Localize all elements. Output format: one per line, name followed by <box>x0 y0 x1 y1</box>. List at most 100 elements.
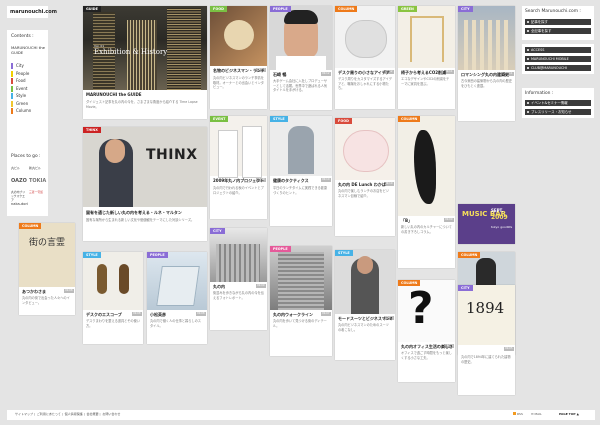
access-button[interactable]: ACCESS <box>525 47 591 53</box>
food-lunch-text: 丸の内ビジネスマンのランチ事情を取材。オーナーとの出会いとインタビュー。 <box>213 76 264 90</box>
style-suit-image <box>335 250 395 314</box>
city-card-1894[interactable]: 1894 CITY 09.05 丸の内で1894年に建てられた建物の歴史。 <box>458 285 515 395</box>
city-card-romancing[interactable]: CITY 09.11 ロマンシング丸の内建築史 古今東西の建築物から丸の内の歴史… <box>458 6 515 121</box>
beetle-left <box>97 264 107 294</box>
food-plate <box>224 20 254 50</box>
city-romancing-text: 古今東西の建築物から丸の内の歴史をひもとく連載。 <box>461 79 512 88</box>
rss-label: RSS <box>516 412 523 416</box>
figure-silhouette <box>288 126 314 174</box>
style-card-suit[interactable]: STYLE 09.07 モードスーツとビジネスマンの装い 丸の内ビジネスマンのた… <box>335 250 395 360</box>
event-card-2009[interactable]: EVENT 09.10 2009年丸ノ内プロジェクト 丸の内で行われる秋のイベン… <box>210 116 267 219</box>
press-release-button[interactable]: プレスリリース・お知らせ <box>525 109 591 115</box>
category-label: Column <box>16 108 32 113</box>
information-box: Information : イベント&セミナー情報 プレスリリース・お知らせ <box>522 88 594 118</box>
page-top-button[interactable]: PAGE TOP ▲ <box>559 412 579 416</box>
column-atsukawa-image: 街の言霊 <box>19 223 75 287</box>
place-logo-oazo[interactable]: OAZO <box>11 178 27 184</box>
green-card-chair[interactable]: GREEN 09.11 椅子から考えるCO2削減 エコなデザインやCO2の削減を… <box>398 6 455 109</box>
column-b-image <box>398 116 455 216</box>
style-health-tag: STYLE <box>270 116 288 122</box>
style-health-text: 平日のランチタイムに実践できる健康づくりのヒント。 <box>273 186 328 195</box>
category-column[interactable]: Column <box>7 108 48 115</box>
footer-link[interactable]: 個人情報保護 <box>65 412 83 416</box>
column-atsukawa-text: 丸の内の街で出会った人々へのインタビュー。 <box>22 296 70 305</box>
food-delunch-title: 丸の内 DE Lunch わかば <box>338 182 386 187</box>
place-logo-shinmarubiru[interactable]: 新丸ビル <box>29 166 44 172</box>
column-card-desk[interactable]: COLUMN 09.12 デスク周りの小さなアイデア デスク周りをカスタマイズす… <box>335 6 395 109</box>
club-button[interactable]: CLUB@MARUNOUCHI <box>525 65 591 71</box>
city-skyline <box>216 244 260 282</box>
city-card-marunouchi[interactable]: CITY 09.09 丸の内 街並みを歩きながら丸の内の今を伝えるフォトレポート… <box>210 228 267 330</box>
footer-link[interactable]: サイトマップ <box>15 412 33 416</box>
thinx-title: 固有を通じた新しい丸の内を考える・ルネ・マルタン <box>86 210 182 215</box>
category-green[interactable]: Green <box>7 100 48 108</box>
thinx-card[interactable]: THINX THINX 固有を通じた新しい丸の内を考える・ルネ・マルタン 固有な… <box>83 127 207 241</box>
city-1894-date: 09.05 <box>503 347 514 352</box>
city-romancing-tag: CITY <box>458 6 473 12</box>
people-komatsu-text: 丸の内で働く人の仕事と暮らしのスタイル。 <box>150 319 201 328</box>
rss-icon <box>513 412 516 415</box>
category-city[interactable]: City <box>7 63 48 70</box>
music-bar-banner[interactable]: MUSIC BAR SEPT. 2009 tokyo goodlife <box>458 204 515 244</box>
search-articles-button[interactable]: 記事を探す <box>525 19 591 25</box>
city-1894-heading: 1894 <box>466 299 505 317</box>
footer-link[interactable]: 会社概要 <box>87 412 99 416</box>
mail-link[interactable]: ✉ MAIL <box>531 412 542 416</box>
guide-image: Vol. 01 Exhibition & History <box>83 6 207 90</box>
place-logo-marubiru[interactable]: 丸ビル <box>11 166 25 172</box>
column-card-b[interactable]: COLUMN 09.09 「B」 新しい丸の内のカルチャーについての書き下ろしコ… <box>398 116 455 268</box>
event-2009-tag: EVENT <box>210 116 229 122</box>
rss-link[interactable]: RSS <box>513 412 523 416</box>
logo[interactable]: marunouchi.com <box>10 9 57 15</box>
food-delunch-text: 丸の内で楽しむランチのお店をビジネスマン目線で紹介。 <box>338 189 389 198</box>
style-card-health[interactable]: STYLE 09.10 健康のタクティクス 平日のランチタイムに実践できる健康づ… <box>270 116 332 226</box>
building-facade <box>278 252 324 310</box>
city-1894-text: 丸の内で1894年に建てられた建物の歴史。 <box>461 355 511 364</box>
style-card-desk[interactable]: STYLE 09.08 デスクのエスコープ デスクまわりを整える道具とその使い方… <box>83 252 143 344</box>
place-logo-naka-dori[interactable]: naka-dori <box>11 202 28 206</box>
column-card-atsukawa[interactable]: 街の言霊 COLUMN 09.08 あつかわさま 丸の内の街で出会った人々へのイ… <box>19 223 75 315</box>
city-1894-tag: CITY <box>458 285 473 291</box>
places-box: Places to go : 丸ビル 新丸ビル OAZO TOKIA 丸の内ブリ… <box>7 150 48 216</box>
category-food[interactable]: Food <box>7 78 48 85</box>
plate-shape <box>343 130 389 172</box>
green-chair-title: 椅子から考えるCO2削減 <box>401 70 446 75</box>
food-card-lunch[interactable]: FOOD 09.12 名物のビジネスマン・ランチ事情 丸の内ビジネスマンのランチ… <box>210 6 267 109</box>
category-color-bar <box>11 93 13 99</box>
desk-object <box>345 20 387 58</box>
category-style[interactable]: Style <box>7 93 48 100</box>
category-event[interactable]: Event <box>7 85 48 93</box>
city-marunouchi-text: 街並みを歩きながら丸の内の今を伝えるフォトレポート。 <box>213 291 264 300</box>
column-card-office[interactable]: ? COLUMN 09.06 丸の内オフィス生活の楽しさ オフィスで過ごす時間を… <box>398 280 455 382</box>
place-logo-mitsubishi-ichigokan[interactable]: 三菱一号館 <box>29 190 46 194</box>
banner-line2: SEPT. <box>491 208 504 213</box>
people-card-komatsu[interactable]: PEOPLE 09.08 小松英彦 丸の内で働く人の仕事と暮らしのスタイル。 <box>147 252 207 344</box>
city-1894-image: 1894 <box>458 285 515 345</box>
mail-label: MAIL <box>534 412 542 416</box>
thinx-image: THINX <box>83 127 207 207</box>
category-people[interactable]: People <box>7 70 48 78</box>
city-romancing-image <box>458 6 515 70</box>
ink-splash <box>414 130 436 204</box>
guide-text: ダイジェスト記事を丸の内の今を、さまざまな角度から紹介する Time Lapse… <box>86 100 198 109</box>
contents-box: Contents : MARUNOUCHI the GUIDE City Peo… <box>7 30 48 168</box>
place-logo-brick-square[interactable]: 丸の内ブリックスクエア <box>11 190 27 202</box>
people-walkline-image <box>270 246 332 310</box>
column-b-text: 新しい丸の内のカルチャーについての書き下ろしコラム。 <box>401 225 452 234</box>
people-card-walkline[interactable]: PEOPLE 09.07 丸の内ウォークライン 丸の内を歩いて見つける街のディテ… <box>270 246 332 356</box>
guide-nav-link[interactable]: MARUNOUCHI the GUIDE <box>11 45 47 55</box>
guide-card[interactable]: Vol. 01 Exhibition & History GUIDE MARUN… <box>83 6 207 119</box>
column-b-tag: COLUMN <box>398 116 421 122</box>
people-card-ishizaki[interactable]: PEOPLE 09.12 石崎 暢 大手ゲーム会社に入社しプロデューサーとして活… <box>270 6 332 110</box>
footer-link[interactable]: お問い合わせ <box>102 412 120 416</box>
event-seminar-button[interactable]: イベント&セミナー情報 <box>525 100 591 106</box>
footer-link[interactable]: ご利用にあたって <box>37 412 61 416</box>
search-all-button[interactable]: 全記事を探す <box>525 28 591 34</box>
mobile-button[interactable]: MARUNOUCHI MOBILE <box>525 56 591 62</box>
category-color-bar <box>11 108 13 114</box>
place-logo-tokia[interactable]: TOKIA <box>29 178 46 184</box>
people-ishizaki-tag: PEOPLE <box>270 6 291 12</box>
food-card-delunch[interactable]: FOOD 09.10 丸の内 DE Lunch わかば 丸の内で楽しむランチのお… <box>335 118 395 236</box>
column-b-title: 「B」 <box>401 218 413 223</box>
style-suit-text: 丸の内ビジネスマンのためのスーツの着こなし。 <box>338 323 389 332</box>
